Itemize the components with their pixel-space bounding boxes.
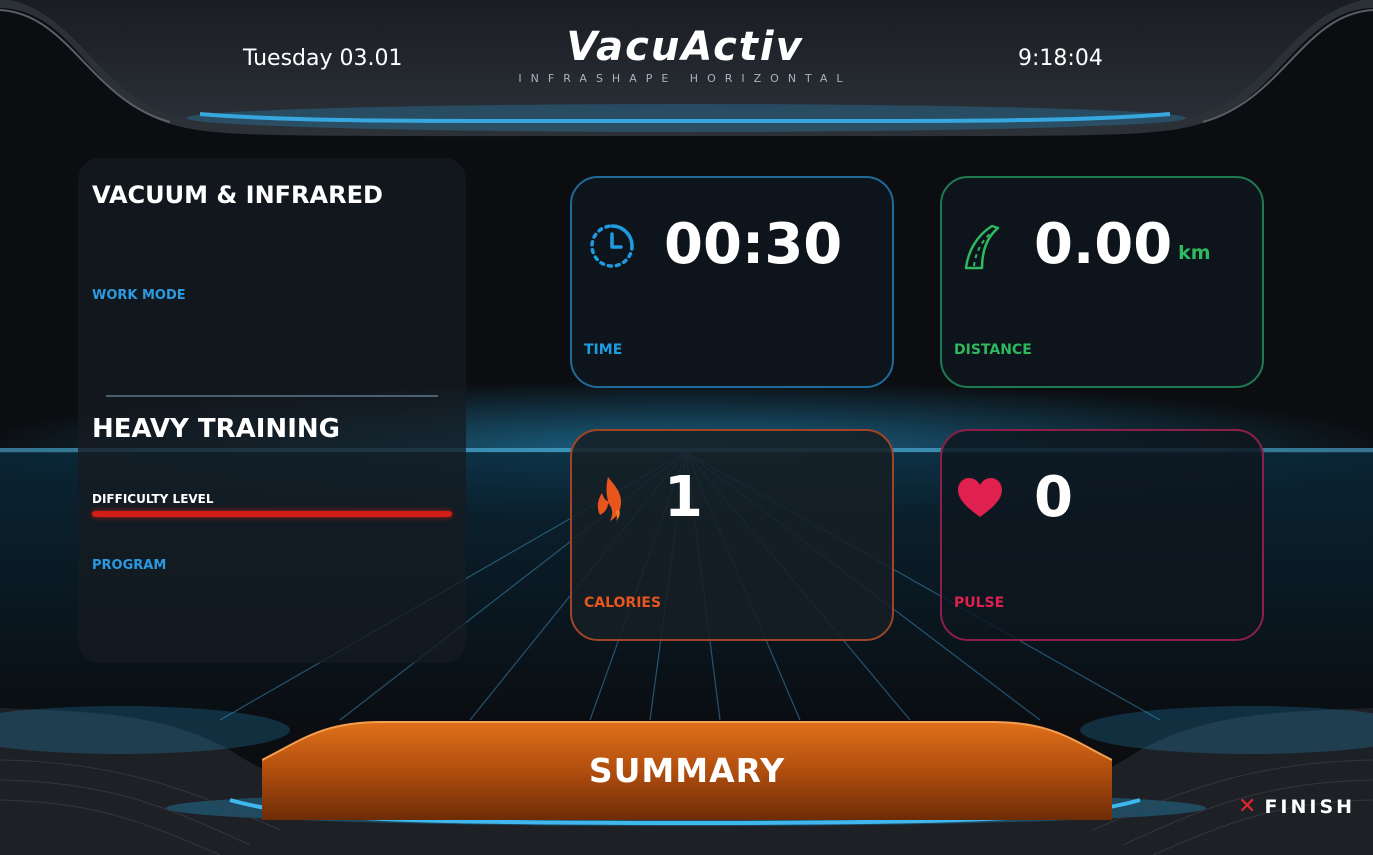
finish-button[interactable]: ✕ FINISH [1238,794,1355,819]
pulse-card: 0 PULSE [940,429,1264,641]
time-value: 00:30 [664,212,843,277]
pulse-label: PULSE [954,595,1005,611]
calories-card: 1 CALORIES [570,429,894,641]
brand-subtitle: INFRASHAPE HORIZONTAL [518,72,852,85]
brand-name: VacuActiv [566,24,804,70]
distance-card: 0.00 km DISTANCE [940,176,1264,388]
difficulty-bar-fill [92,511,452,517]
time-card: 00:30 TIME [570,176,894,388]
program-value: HEAVY TRAINING [92,414,340,444]
time-label: TIME [584,342,623,358]
work-mode-label: WORK MODE [92,288,186,303]
panel-divider [106,395,438,397]
clock-display: 9:18:04 [1018,46,1103,71]
flame-icon [597,477,622,521]
program-label: PROGRAM [92,558,167,573]
distance-unit: km [1178,242,1211,264]
distance-number: 0.00 [1034,212,1173,277]
work-mode-value: VACUUM & INFRARED [92,181,383,209]
distance-value: 0.00 km [1034,212,1211,278]
pulse-value: 0 [1034,465,1073,530]
date-display: Tuesday 03.01 [243,46,403,71]
finish-label: FINISH [1264,795,1356,818]
heart-icon [958,478,1002,517]
road-icon [964,224,1000,270]
clock-icon [590,224,634,268]
brand-logo: VacuActiv INFRASHAPE HORIZONTAL [490,24,880,85]
difficulty-bar [92,511,452,517]
difficulty-label: DIFFICULTY LEVEL [92,492,214,506]
calories-label: CALORIES [584,595,662,611]
close-icon: ✕ [1238,794,1257,819]
calories-value: 1 [664,465,703,530]
distance-label: DISTANCE [954,342,1032,358]
summary-label: SUMMARY [588,750,786,790]
program-info-panel: VACUUM & INFRARED WORK MODE HEAVY TRAINI… [78,158,466,663]
summary-button[interactable]: SUMMARY [262,720,1112,820]
